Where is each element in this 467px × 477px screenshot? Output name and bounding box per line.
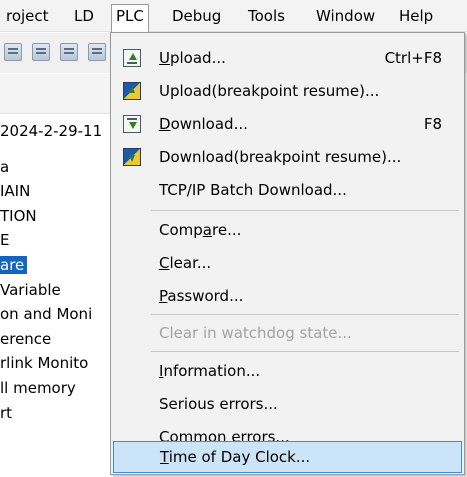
menu-separator — [151, 210, 459, 211]
plc-dropdown-menu: Upload... Ctrl+F8 Upload(breakpoint resu… — [110, 32, 465, 475]
tree-item-label: rt — [0, 404, 13, 422]
tree-item[interactable]: TION — [0, 205, 110, 227]
save-all-icon[interactable] — [4, 43, 22, 61]
menu-item-label: Download... — [159, 115, 248, 133]
menu-item-label: Serious errors... — [159, 395, 278, 413]
menu-item-download[interactable]: Download... F8 — [111, 108, 464, 140]
tree-item-label: TION — [0, 207, 37, 225]
menubar-plc[interactable]: PLC — [111, 4, 149, 33]
menu-item-label: TCP/IP Batch Download... — [159, 181, 347, 199]
tree-item-label: erence — [0, 330, 52, 348]
menubar-ld[interactable]: LD — [70, 5, 98, 27]
upload-resume-icon — [123, 82, 141, 100]
menubar-window[interactable]: Window — [312, 5, 379, 27]
tree-item[interactable]: ll memory — [0, 377, 110, 399]
menu-item-label: Clear... — [159, 254, 212, 272]
menu-item-label: Upload... — [159, 49, 226, 67]
tree-header — [0, 74, 110, 114]
build-icon[interactable] — [88, 43, 106, 61]
menu-item-label: Download(breakpoint resume)... — [159, 148, 402, 166]
tree-item-label: a — [0, 158, 10, 176]
menu-item-upload[interactable]: Upload... Ctrl+F8 — [111, 42, 464, 74]
tree-item-label: IAIN — [0, 182, 31, 200]
download-label-rest: ownload... — [170, 115, 248, 133]
tree-item-label: on and Moni — [0, 305, 93, 323]
menu-item-compare[interactable]: Compare... — [111, 214, 464, 246]
tree-item-selected[interactable]: are — [0, 254, 110, 276]
upload-label-rest: pload... — [169, 49, 226, 67]
tree-item-label: E — [0, 231, 10, 249]
menu-shortcut: F8 — [423, 115, 442, 133]
download-icon — [123, 115, 141, 133]
menu-item-time-of-day-clock[interactable]: Time of Day Clock... — [113, 441, 462, 473]
menu-shortcut: Ctrl+F8 — [384, 49, 442, 67]
save-icon[interactable] — [32, 43, 50, 61]
menu-item-serious-errors[interactable]: Serious errors... — [111, 388, 464, 420]
menu-item-password[interactable]: Password... — [111, 280, 464, 312]
tree-date[interactable]: 2024-2-29-11 — [0, 120, 102, 142]
tree-item[interactable]: IAIN — [0, 180, 110, 202]
menu-separator — [151, 351, 459, 352]
menu-item-download-resume[interactable]: Download(breakpoint resume)... — [111, 141, 464, 173]
menu-separator — [151, 314, 459, 315]
menu-item-label: Clear in watchdog state... — [159, 324, 352, 342]
menubar-tools[interactable]: Tools — [244, 5, 289, 27]
menu-item-upload-resume[interactable]: Upload(breakpoint resume)... — [111, 75, 464, 107]
tree-item-label: rlink Monito — [0, 354, 89, 372]
menu-item-label: Password... — [159, 287, 244, 305]
tree-item[interactable]: erence — [0, 328, 110, 350]
upload-icon — [123, 49, 141, 67]
menu-bar: roject LD PLC Debug Tools Window Help — [0, 0, 467, 33]
menu-item-clear-watchdog: Clear in watchdog state... — [111, 317, 464, 349]
tree-item[interactable]: rlink Monito — [0, 352, 110, 374]
menu-item-label: Time of Day Clock... — [160, 448, 311, 466]
tree-item-label: ll memory — [0, 379, 76, 397]
compile-icon[interactable] — [60, 43, 78, 61]
tree-item[interactable]: on and Moni — [0, 303, 110, 325]
tree-item[interactable]: E — [0, 229, 110, 251]
menu-item-label: Upload(breakpoint resume)... — [159, 82, 380, 100]
tree-item-label: Variable — [0, 281, 61, 299]
menu-item-tcpip-batch-download[interactable]: TCP/IP Batch Download... — [111, 174, 464, 206]
menu-item-label: Information... — [159, 362, 261, 380]
menubar-project[interactable]: roject — [2, 5, 53, 27]
tree-item-label: are — [0, 256, 28, 274]
project-tree-panel: 2024-2-29-11 a IAIN TION E are Variable … — [0, 74, 110, 477]
tree-item[interactable]: rt — [0, 402, 110, 424]
menu-item-information[interactable]: Information... — [111, 355, 464, 387]
menu-item-clear[interactable]: Clear... — [111, 247, 464, 279]
tree-item[interactable]: a — [0, 156, 110, 178]
tree-item[interactable]: Variable — [0, 279, 110, 301]
download-resume-icon — [123, 148, 141, 166]
menubar-debug[interactable]: Debug — [168, 5, 225, 27]
menu-item-label: Compare... — [159, 221, 242, 239]
menubar-help[interactable]: Help — [395, 5, 437, 27]
